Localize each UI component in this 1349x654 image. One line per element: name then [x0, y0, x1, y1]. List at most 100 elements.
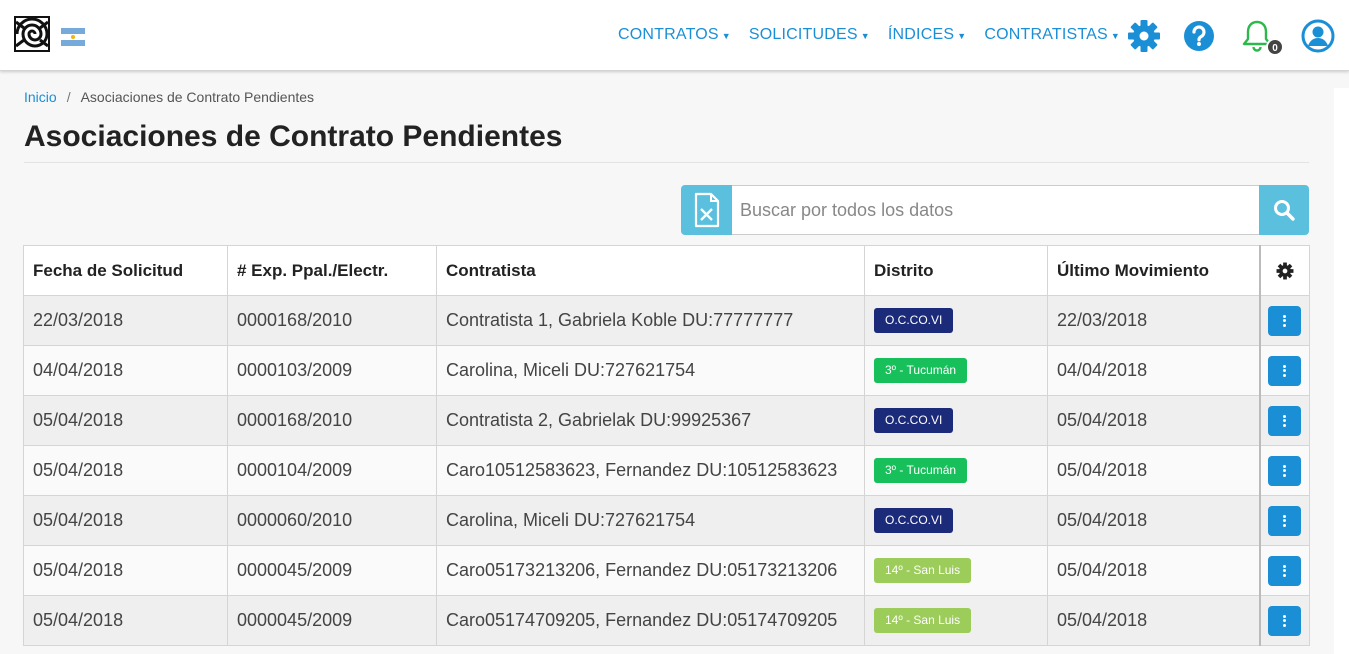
cell-contratista: Carolina, Miceli DU:727621754: [436, 345, 865, 396]
notification-count-badge: 0: [1266, 38, 1284, 56]
cell-distrito: 3º - Tucumán: [864, 345, 1048, 396]
nav-solicitudes[interactable]: SOLICITUDES ▼: [749, 24, 870, 46]
cell-distrito: O.C.CO.VI: [864, 295, 1048, 346]
argentina-flag-icon: [61, 28, 85, 46]
nav-item-label: CONTRATISTAS: [984, 26, 1108, 43]
contracts-table-wrapper: Fecha de Solicitud # Exp. Ppal./Electr. …: [23, 245, 1310, 646]
breadcrumb-separator: /: [66, 89, 71, 105]
header-settings[interactable]: [1258, 245, 1310, 296]
cell-contratista: Caro05173213206, Fernandez DU:0517321320…: [436, 545, 865, 596]
row-actions-button[interactable]: [1268, 455, 1302, 486]
distrito-badge: O.C.CO.VI: [874, 308, 954, 333]
table-row[interactable]: 05/04/2018 0000168/2010 Contratista 2, Gab…: [23, 395, 1310, 446]
top-navbar: CONTRATOS ▼ SOLICITUDES ▼ ÍNDICES ▼ CONTRATIST…: [0, 0, 1349, 71]
header-distrito[interactable]: Distrito: [864, 245, 1048, 296]
table-row[interactable]: 22/03/2018 0000168/2010 Contratista 1, Gab…: [23, 295, 1310, 346]
cell-expediente: 0000168/2010: [227, 395, 437, 446]
caret-down-icon: ▼: [721, 31, 731, 41]
cell-ultimo-movimiento: 05/04/2018: [1047, 545, 1260, 596]
table-row[interactable]: 05/04/2018 0000045/2009 Caro05174709205, F…: [23, 595, 1310, 646]
header-expediente[interactable]: # Exp. Ppal./Electr.: [227, 245, 437, 296]
nav-item-label: CONTRATOS: [618, 26, 719, 43]
more-vertical-icon: [1283, 314, 1287, 327]
column-settings-gear-icon[interactable]: [1276, 262, 1294, 280]
cell-distrito: 3º - Tucumán: [864, 445, 1048, 496]
cell-fecha: 05/04/2018: [23, 495, 228, 546]
cell-actions: [1258, 445, 1310, 496]
cell-ultimo-movimiento: 05/04/2018: [1047, 595, 1260, 646]
row-actions-button[interactable]: [1268, 505, 1302, 536]
header-fecha[interactable]: Fecha de Solicitud: [23, 245, 228, 296]
table-row[interactable]: 05/04/2018 0000104/2009 Caro10512583623, F…: [23, 445, 1310, 496]
header-contratista[interactable]: Contratista: [436, 245, 865, 296]
distrito-badge: O.C.CO.VI: [874, 408, 954, 433]
cell-actions: [1258, 295, 1310, 346]
cell-ultimo-movimiento: 04/04/2018: [1047, 345, 1260, 396]
cell-distrito: O.C.CO.VI: [864, 495, 1048, 546]
cell-actions: [1258, 545, 1310, 596]
more-vertical-icon: [1283, 414, 1287, 427]
cell-fecha: 04/04/2018: [23, 345, 228, 396]
more-vertical-icon: [1283, 364, 1287, 377]
cell-expediente: 0000045/2009: [227, 545, 437, 596]
cell-ultimo-movimiento: 05/04/2018: [1047, 445, 1260, 496]
title-divider: [24, 162, 1309, 163]
cell-fecha: 22/03/2018: [23, 295, 228, 346]
row-actions-button[interactable]: [1268, 305, 1302, 336]
caret-down-icon: ▼: [860, 31, 870, 41]
cell-distrito: 14º - San Luis: [864, 545, 1048, 596]
distrito-badge: O.C.CO.VI: [874, 508, 954, 533]
row-actions-button[interactable]: [1268, 355, 1302, 386]
table-row[interactable]: 05/04/2018 0000060/2010 Carolina, Miceli D…: [23, 495, 1310, 546]
breadcrumb-current: Asociaciones de Contrato Pendientes: [80, 89, 315, 105]
app-logo-icon[interactable]: [14, 16, 50, 52]
page-title: Asociaciones de Contrato Pendientes: [24, 120, 563, 153]
search-input[interactable]: [732, 185, 1259, 235]
table-row[interactable]: 05/04/2018 0000045/2009 Caro05173213206, F…: [23, 545, 1310, 596]
cell-fecha: 05/04/2018: [23, 595, 228, 646]
help-question-icon[interactable]: [1182, 19, 1216, 53]
nav-contratos[interactable]: CONTRATOS ▼: [618, 24, 731, 46]
row-actions-button[interactable]: [1268, 405, 1302, 436]
cell-actions: [1258, 345, 1310, 396]
cell-expediente: 0000103/2009: [227, 345, 437, 396]
cell-contratista: Caro05174709205, Fernandez DU:0517470920…: [436, 595, 865, 646]
user-account-icon[interactable]: [1301, 19, 1335, 53]
main-menu: CONTRATOS ▼ SOLICITUDES ▼ ÍNDICES ▼ CONTRATIST…: [618, 24, 1138, 46]
breadcrumb: Inicio / Asociaciones de Contrato Pendie…: [24, 89, 314, 105]
distrito-badge: 14º - San Luis: [874, 558, 972, 583]
cell-contratista: Contratista 1, Gabriela Koble DU:7777777…: [436, 295, 865, 346]
caret-down-icon: ▼: [1110, 31, 1121, 41]
cell-contratista: Contratista 2, Gabrielak DU:99925367: [436, 395, 865, 446]
cell-actions: [1258, 495, 1310, 546]
breadcrumb-home-link[interactable]: Inicio: [24, 89, 57, 105]
more-vertical-icon: [1283, 564, 1287, 577]
nav-item-label: SOLICITUDES: [748, 26, 858, 43]
more-vertical-icon: [1283, 614, 1287, 627]
distrito-badge: 3º - Tucumán: [874, 358, 968, 383]
cell-ultimo-movimiento: 05/04/2018: [1047, 395, 1260, 446]
cell-distrito: O.C.CO.VI: [864, 395, 1048, 446]
export-excel-button[interactable]: [681, 185, 732, 235]
caret-down-icon: ▼: [957, 31, 967, 41]
cell-actions: [1258, 595, 1310, 646]
excel-file-icon: [694, 192, 720, 228]
table-row[interactable]: 04/04/2018 0000103/2009 Carolina, Miceli D…: [23, 345, 1310, 396]
cell-contratista: Caro10512583623, Fernandez DU:1051258362…: [436, 445, 865, 496]
header-ultimo-movimiento[interactable]: Último Movimiento: [1047, 245, 1260, 296]
settings-gear-icon[interactable]: [1127, 19, 1161, 53]
nav-indices[interactable]: ÍNDICES ▼: [888, 24, 966, 46]
cell-expediente: 0000168/2010: [227, 295, 437, 346]
row-actions-button[interactable]: [1268, 555, 1302, 586]
row-actions-button[interactable]: [1268, 605, 1302, 636]
search-button[interactable]: [1259, 185, 1309, 235]
nav-contratistas[interactable]: CONTRATISTAS ▼: [984, 24, 1120, 46]
more-vertical-icon: [1283, 464, 1287, 477]
cell-distrito: 14º - San Luis: [864, 595, 1048, 646]
nav-item-label: ÍNDICES: [887, 26, 955, 43]
search-icon: [1274, 200, 1295, 221]
cell-contratista: Carolina, Miceli DU:727621754: [436, 495, 865, 546]
cell-ultimo-movimiento: 22/03/2018: [1047, 295, 1260, 346]
table-header-row: Fecha de Solicitud # Exp. Ppal./Electr. …: [23, 245, 1310, 296]
cell-actions: [1258, 395, 1310, 446]
